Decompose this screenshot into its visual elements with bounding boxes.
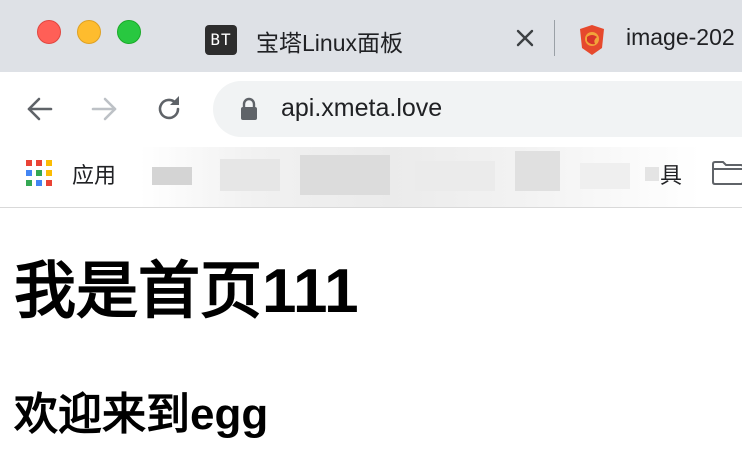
bookmark-partial-label[interactable]: 具 [660, 158, 682, 190]
obscured-bookmarks [140, 147, 700, 207]
tab-strip: BT 宝塔Linux面板 image-202 [0, 0, 742, 72]
address-bar[interactable]: api.xmeta.love [213, 81, 742, 137]
tab-image[interactable]: image-202 [556, 8, 742, 72]
obscured-block [300, 155, 390, 195]
window-close-button[interactable] [37, 20, 61, 44]
apps-grid-icon[interactable] [26, 160, 52, 186]
folder-icon[interactable] [712, 161, 742, 185]
obscured-block [515, 151, 560, 191]
tab-separator [554, 20, 555, 56]
shield-icon [580, 25, 604, 55]
forward-arrow-icon[interactable] [86, 91, 122, 127]
obscured-block [415, 161, 495, 191]
url-text[interactable]: api.xmeta.love [281, 94, 442, 123]
obscured-block [645, 167, 659, 181]
window-minimize-button[interactable] [77, 20, 101, 44]
reload-icon[interactable] [151, 91, 187, 127]
tab-title: image-202 [626, 24, 735, 50]
page-heading-1: 我是首页111 [14, 257, 359, 326]
obscured-block [152, 167, 192, 185]
bt-icon: BT [205, 25, 237, 55]
apps-bookmark-label[interactable]: 应用 [72, 158, 116, 190]
page-heading-2: 欢迎来到egg [14, 390, 269, 439]
tab-baota[interactable]: BT 宝塔Linux面板 [190, 8, 555, 72]
browser-toolbar: api.xmeta.love [0, 72, 742, 147]
bookmarks-bar: 应用 具 [0, 147, 742, 207]
window-zoom-button[interactable] [117, 20, 141, 44]
obscured-block [580, 163, 630, 189]
back-arrow-icon[interactable] [22, 91, 58, 127]
close-tab-icon[interactable] [512, 25, 538, 51]
obscured-block [220, 159, 280, 191]
toolbar-divider [0, 207, 742, 208]
lock-icon[interactable] [239, 97, 259, 121]
tab-title: 宝塔Linux面板 [256, 30, 403, 56]
